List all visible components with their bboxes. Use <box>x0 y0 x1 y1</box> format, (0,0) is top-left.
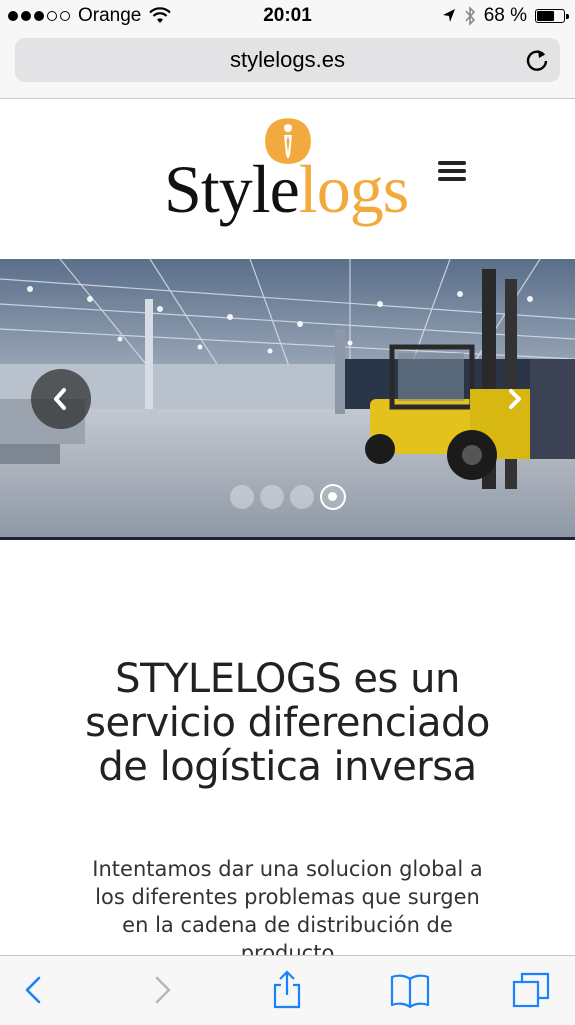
chevron-right-icon <box>509 389 521 409</box>
page-headline: STYLELOGS es un servicio diferenciado de… <box>85 655 490 790</box>
status-right: 68 % <box>442 5 569 27</box>
chevron-left-icon <box>54 388 66 410</box>
browser-toolbar <box>0 955 575 1025</box>
back-icon[interactable] <box>14 970 54 1010</box>
battery-percent: 68 % <box>483 5 527 26</box>
carousel-indicator-3[interactable] <box>290 485 314 509</box>
site-header: Stylelogs <box>0 99 575 259</box>
battery-nub <box>566 14 569 19</box>
bookmarks-icon[interactable] <box>390 970 430 1010</box>
site-logo[interactable]: Stylelogs <box>164 155 409 223</box>
location-arrow-icon <box>442 9 455 22</box>
bluetooth-icon <box>465 6 475 26</box>
carousel-next-button[interactable] <box>492 376 536 420</box>
hamburger-line <box>438 177 466 181</box>
carousel-prev-button[interactable] <box>31 369 91 429</box>
carousel-indicators <box>230 484 346 510</box>
battery-icon <box>535 9 569 23</box>
logo-text-logs: logs <box>298 151 409 227</box>
url-text[interactable]: stylelogs.es <box>15 47 560 73</box>
carousel-indicator-4[interactable] <box>320 484 346 510</box>
reload-icon[interactable] <box>524 47 550 73</box>
battery-level <box>537 11 554 21</box>
hamburger-line <box>438 161 466 165</box>
intro-paragraph: Intentamos dar una solucion global a los… <box>92 857 483 965</box>
hamburger-line <box>438 169 466 173</box>
address-bar[interactable]: stylelogs.es <box>15 38 560 82</box>
menu-hamburger-icon[interactable] <box>438 161 466 183</box>
status-bar: Orange 20:01 68 % <box>0 0 575 32</box>
logo-text-style: Style <box>164 151 300 227</box>
forward-icon[interactable] <box>142 970 182 1010</box>
carousel-indicator-1[interactable] <box>230 485 254 509</box>
tabs-icon[interactable] <box>512 970 552 1010</box>
share-icon[interactable] <box>267 970 307 1010</box>
carousel-indicator-2[interactable] <box>260 485 284 509</box>
browser-address-area: stylelogs.es <box>0 32 575 99</box>
